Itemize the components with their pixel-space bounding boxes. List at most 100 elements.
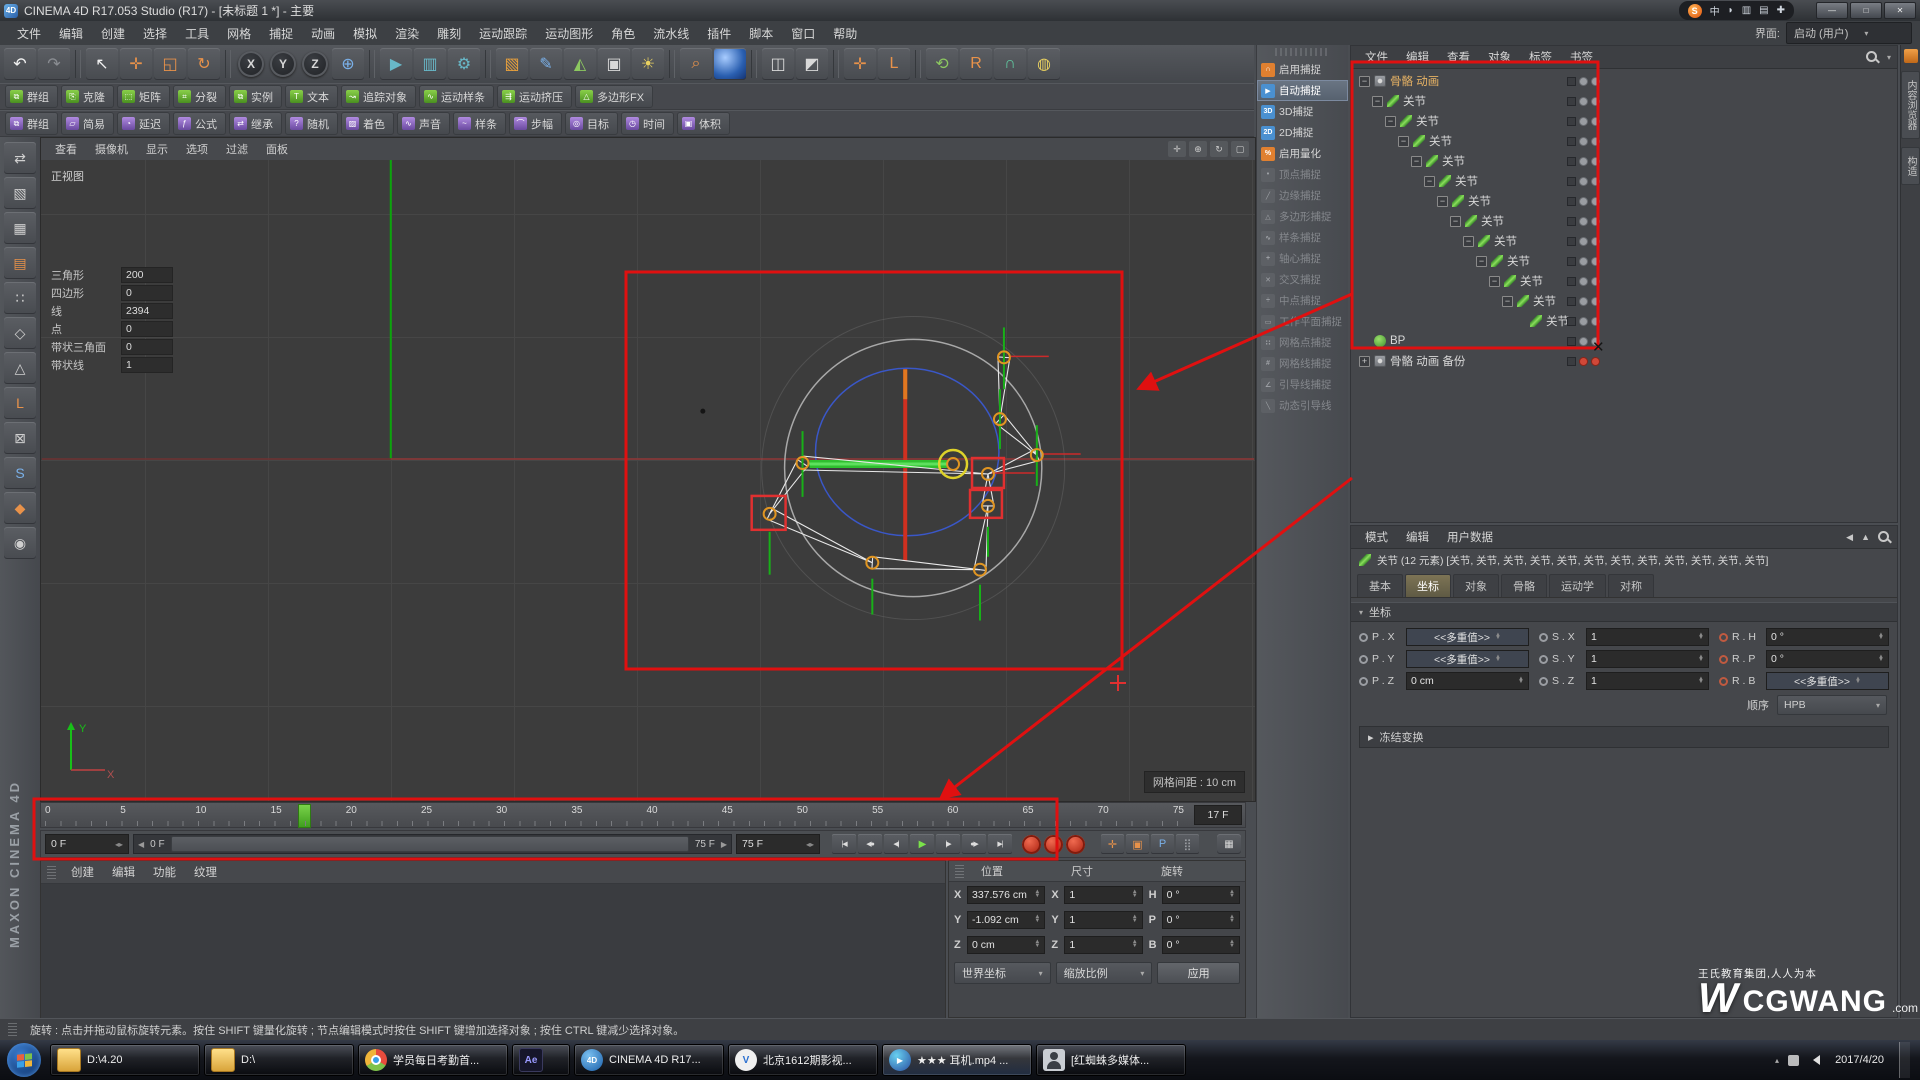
object-name[interactable]: 关节	[1507, 253, 1530, 269]
menu-item[interactable]: 捕捉	[260, 22, 302, 45]
object-name[interactable]: 关节	[1520, 273, 1543, 289]
model-mode-icon[interactable]: ▧	[4, 177, 36, 209]
object-row[interactable]: − 关节	[1351, 91, 1897, 111]
goto-start-button[interactable]: |◀	[832, 834, 856, 854]
ime-icon[interactable]: ✚	[1777, 5, 1785, 16]
object-name[interactable]: 骨骼 动画	[1390, 73, 1439, 89]
spinner-icon[interactable]	[1132, 916, 1138, 923]
visibility-dots[interactable]	[1567, 257, 1600, 266]
palette-button[interactable]: ~样条	[453, 112, 506, 135]
spinner-icon[interactable]	[1698, 678, 1704, 685]
palette-button[interactable]: ◷时间	[621, 112, 674, 135]
keyframe-dot-icon[interactable]	[1539, 677, 1548, 686]
spinner-icon[interactable]	[1132, 891, 1138, 898]
lock-x-icon[interactable]: X	[238, 51, 264, 77]
coordinate-mode-dropdown[interactable]: 世界坐标▾	[954, 962, 1051, 984]
rotation-field[interactable]: 0 °	[1162, 886, 1240, 904]
visibility-dots[interactable]	[1567, 97, 1600, 106]
size-field[interactable]: 1	[1064, 936, 1142, 954]
ime-bar[interactable]: S 中◗▥▤✚	[1679, 1, 1794, 20]
menu-item[interactable]: 网格	[218, 22, 260, 45]
prev-frame-button[interactable]: ◀|	[884, 834, 908, 854]
menu-item[interactable]: 文件	[8, 22, 50, 45]
position-field[interactable]: 0 cm	[967, 936, 1045, 954]
object-row[interactable]: − 关节	[1351, 291, 1897, 311]
spinner-icon[interactable]	[1698, 634, 1704, 641]
visibility-dots[interactable]	[1567, 277, 1600, 286]
spinner-icon[interactable]	[1229, 891, 1235, 898]
visibility-dots[interactable]	[1567, 317, 1600, 326]
spinner-icon[interactable]	[1132, 941, 1138, 948]
material-list-area[interactable]	[41, 884, 945, 1018]
attribute-menu-item[interactable]: 用户数据	[1439, 527, 1501, 547]
palette-button[interactable]: ◔延迟	[117, 112, 170, 135]
snap-option[interactable]: ╲ 动态引导线	[1257, 395, 1348, 416]
position-field[interactable]: -1.092 cm	[967, 911, 1045, 929]
redo-icon[interactable]: ↷	[38, 48, 70, 80]
spinner-icon[interactable]	[1034, 916, 1040, 923]
object-row[interactable]: − 关节	[1351, 231, 1897, 251]
edges-mode-icon[interactable]: ◇	[4, 317, 36, 349]
menu-item[interactable]: 角色	[602, 22, 644, 45]
picker-icon[interactable]: ⌕	[680, 48, 712, 80]
section-header[interactable]: ▾ 坐标	[1351, 602, 1897, 622]
spinner-icon[interactable]: ◂▸	[806, 840, 814, 849]
snap-option[interactable]: ▶ 自动捕捉	[1257, 80, 1348, 101]
object-name[interactable]: 关节	[1533, 293, 1556, 309]
snap-option[interactable]: 2D 2D捕捉	[1257, 122, 1348, 143]
size-field[interactable]: 1	[1064, 886, 1142, 904]
object-name[interactable]: 关节	[1416, 113, 1439, 129]
menu-item[interactable]: 流水线	[644, 22, 698, 45]
keyframe-dot-icon[interactable]	[1359, 677, 1368, 686]
object-row[interactable]: − 关节	[1351, 211, 1897, 231]
object-row[interactable]: + 骨骼 动画 备份	[1351, 351, 1897, 371]
attr-field[interactable]: <<多重值>>	[1766, 672, 1889, 690]
snap-option[interactable]: 3D 3D捕捉	[1257, 101, 1348, 122]
attr-field[interactable]: 0 cm	[1406, 672, 1529, 690]
attribute-tab[interactable]: 运动学	[1549, 574, 1606, 597]
object-row[interactable]: − 关节	[1351, 251, 1897, 271]
object-row[interactable]: − 关节	[1351, 131, 1897, 151]
snap-option[interactable]: • 顶点捕捉	[1257, 164, 1348, 185]
tray-expand-icon[interactable]: ▴	[1775, 1056, 1779, 1065]
menu-item[interactable]: 帮助	[824, 22, 866, 45]
taskbar-button[interactable]: D:\4.20	[50, 1044, 200, 1076]
texture-mode-icon[interactable]: ▦	[4, 212, 36, 244]
spinner-icon[interactable]	[1034, 941, 1040, 948]
workplane-icon[interactable]: L	[878, 48, 910, 80]
add-light-icon[interactable]: ☀	[632, 48, 664, 80]
palette-button[interactable]: T文本	[285, 85, 338, 108]
object-name[interactable]: 骨骼 动画 备份	[1390, 353, 1465, 369]
attr-field[interactable]: 1	[1586, 628, 1709, 646]
viewport-menu-item[interactable]: 摄像机	[87, 139, 136, 159]
tray-icon[interactable]	[1788, 1055, 1799, 1066]
rotation-field[interactable]: 0 °	[1162, 936, 1240, 954]
menu-item[interactable]: 窗口	[782, 22, 824, 45]
scale-tool-icon[interactable]: ◱	[154, 48, 186, 80]
spinner-icon[interactable]	[1229, 941, 1235, 948]
taskbar-button[interactable]: 4D CINEMA 4D R17...	[574, 1044, 724, 1076]
object-menu-item[interactable]: 查看	[1439, 47, 1478, 67]
lock-z-icon[interactable]: Z	[302, 51, 328, 77]
autokey-button[interactable]	[1044, 835, 1063, 854]
viewport-menu-item[interactable]: 面板	[258, 139, 296, 159]
visibility-dots[interactable]	[1567, 157, 1600, 166]
palette-button[interactable]: ⇄继承	[229, 112, 282, 135]
search-icon[interactable]	[1866, 51, 1879, 64]
axis-center-icon[interactable]: ✛	[844, 48, 876, 80]
character-icon[interactable]: R	[960, 48, 992, 80]
viewport-menu-item[interactable]: 过滤	[218, 139, 256, 159]
object-row[interactable]: BP	[1351, 331, 1897, 351]
add-generator-icon[interactable]: ◭	[564, 48, 596, 80]
snap-option[interactable]: ∩ 启用捕捉	[1257, 59, 1348, 80]
visibility-dots[interactable]	[1567, 77, 1600, 86]
viewport-menu-item[interactable]: 查看	[47, 139, 85, 159]
expander-icon[interactable]: −	[1489, 276, 1500, 287]
palette-button[interactable]: ⧉群组	[5, 112, 58, 135]
taskbar-button[interactable]: ▶ ★★★ 耳机.mp4 ...	[882, 1044, 1032, 1076]
snap-option[interactable]: ∷ 网格点捕捉	[1257, 332, 1348, 353]
spinner-icon[interactable]	[1495, 634, 1501, 641]
volume-icon[interactable]	[1808, 1055, 1820, 1065]
palette-button[interactable]: ◎目标	[565, 112, 618, 135]
palette-button[interactable]: ⌒步幅	[509, 112, 562, 135]
